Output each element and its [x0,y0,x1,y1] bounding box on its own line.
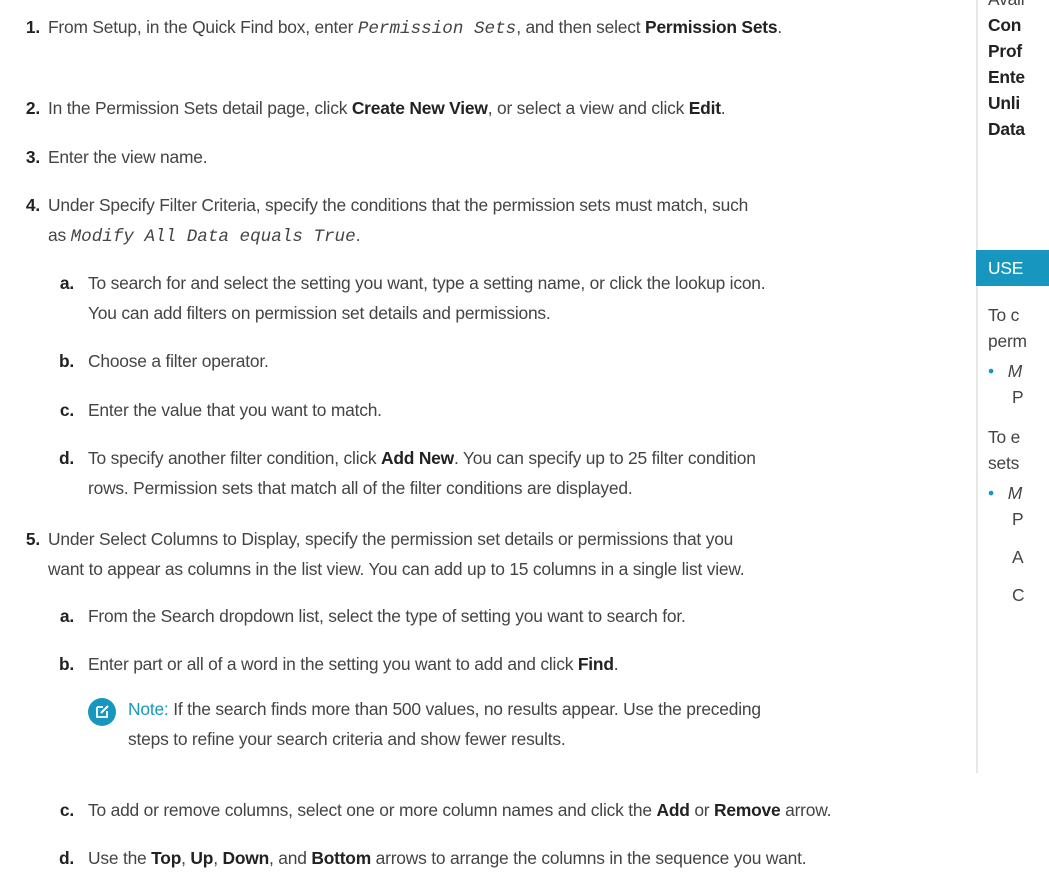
step-text: Enter the value that you want to match. [88,400,382,420]
step-number: 4. [25,195,40,215]
sidebar-availability: Avail Con Prof Ente Unli Data [988,0,1025,142]
ui-term: Add New [380,448,454,468]
ui-term: Create New View [351,98,488,118]
step-text: Enter the view name. [48,147,208,167]
edition-name: Unli [988,93,1021,113]
step-text: as [48,225,71,245]
note-text: steps to refine your search criteria and… [128,729,566,749]
step-text: . You can specify up to 25 filter condit… [453,448,756,468]
step-text: Enter part or all of a word in the setti… [88,654,578,674]
step-number: 3. [25,147,40,167]
step-text: To specify another filter condition, cli… [88,448,381,468]
step-text: You can add filters on permission set de… [88,303,551,323]
step-text: , and [269,848,312,868]
ui-term: Remove [714,800,781,820]
sub-number: a. [59,273,74,293]
step-text: . [613,654,619,674]
step-text: want to appear as columns in the list vi… [48,559,745,579]
step-text: , and then select [516,17,646,37]
bullet: • [988,483,994,503]
step-text: rows. Permission sets that match all of … [88,478,633,498]
ui-term: Add [656,800,690,820]
availability-label: Avail [988,0,1025,12]
sub-number: d. [58,848,74,868]
sidebar-text: sets [988,453,1020,473]
step-text: In the Permission Sets detail page, clic… [48,98,352,118]
ui-term: Permission Sets [645,17,778,37]
step-text: . [777,17,783,37]
sidebar-text: M [1007,483,1023,503]
step-text: . [355,225,361,245]
sub-number: b. [58,351,74,371]
ui-term: Edit [688,98,721,118]
ui-term: Find [577,654,614,674]
sub-number: d. [58,448,74,468]
sub-number: b. [58,654,74,674]
sidebar-text: C [1012,585,1025,605]
step-text: Under Select Columns to Display, specify… [48,529,734,549]
edition-name: Data [988,119,1025,139]
step-text: From Setup, in the Quick Find box, enter [48,17,358,37]
step-text: arrow. [780,800,832,820]
step-text: , or select a view and click [487,98,689,118]
sidebar-divider [976,0,978,773]
sub-number: a. [59,606,74,626]
step-number: 5. [25,529,40,549]
step-text: or [689,800,715,820]
ui-term: Bottom [311,848,371,868]
edition-name: Ente [988,67,1025,87]
bullet: • [988,361,994,381]
step-text: arrows to arrange the columns in the seq… [371,848,807,868]
step-text: To search for and select the setting you… [88,273,766,293]
step-text: Under Specify Filter Criteria, specify t… [48,195,749,215]
edition-name: Con [988,15,1022,35]
sub-number: c. [59,800,74,820]
sidebar-text: P [1012,509,1024,529]
user-permissions-header: USE [976,250,1049,286]
step-number: 2. [25,98,40,118]
ui-term: Up [190,848,214,868]
edit-icon [96,705,109,718]
sidebar-text: To e [988,427,1021,447]
ui-term: Top [151,848,182,868]
sidebar-text: To c [988,305,1020,325]
code-text: Modify All Data equals True [70,227,356,247]
step-text: From the Search dropdown list, select th… [88,606,686,626]
step-text: Choose a filter operator. [88,351,269,371]
note: Note: If the search finds more than 500 … [128,694,848,754]
code-text: Permission Sets [357,19,517,39]
note-icon [88,698,116,726]
edition-name: Prof [988,41,1022,61]
step-text: Use the [88,848,152,868]
sub-number: c. [59,400,74,420]
sidebar-text: A [1012,547,1024,567]
sidebar-text: perm [988,331,1027,351]
note-text: If the search finds more than 500 values… [173,699,761,719]
sidebar-text: M [1007,361,1023,381]
ui-term: Down [222,848,270,868]
step-number: 1. [25,17,40,37]
step-text: . [720,98,726,118]
sidebar-text: P [1012,387,1024,407]
sidebar-permissions: To c perm • M P To e sets • M P A C [988,302,1027,608]
note-label: Note: [128,699,169,719]
step-text: To add or remove columns, select one or … [88,800,657,820]
